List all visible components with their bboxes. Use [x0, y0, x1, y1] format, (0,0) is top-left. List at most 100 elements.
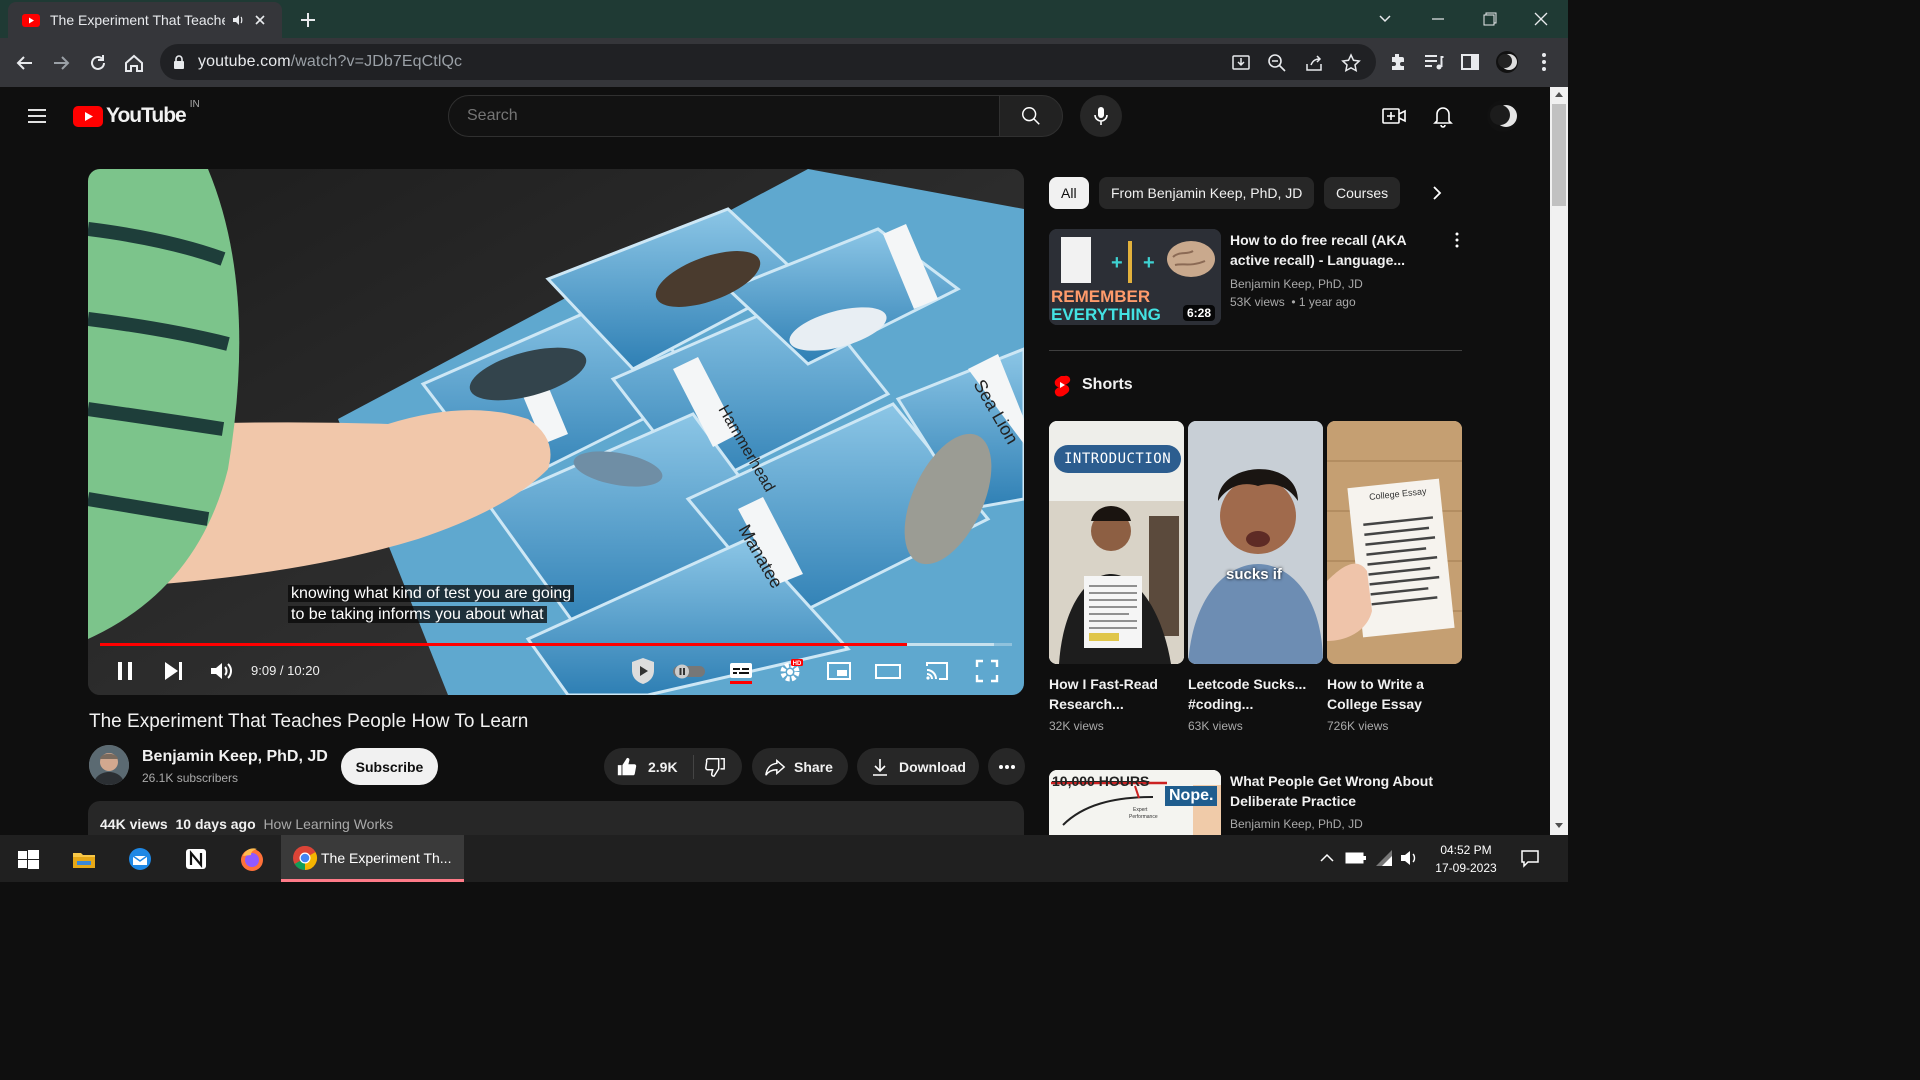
firefox-icon[interactable] — [238, 845, 266, 873]
restore-window-icon[interactable] — [1477, 6, 1503, 32]
system-clock[interactable]: 04:52 PM 17-09-2023 — [1426, 841, 1506, 877]
youtube-logo[interactable]: YouTube IN — [73, 99, 200, 128]
more-actions-button[interactable] — [988, 748, 1025, 785]
browser-title-bar: The Experiment That Teaches — [0, 0, 1568, 38]
forward-arrow-icon[interactable] — [48, 50, 74, 76]
install-app-icon[interactable] — [1230, 52, 1252, 74]
sponsor-block-shield-icon[interactable] — [627, 655, 659, 687]
hamburger-menu-icon[interactable] — [25, 104, 49, 128]
download-button[interactable]: Download — [857, 748, 979, 785]
rec-title-1-line-1: How to do free recall (AKA — [1230, 232, 1407, 248]
speaker-volume-icon[interactable] — [1399, 848, 1419, 868]
video-player[interactable]: Hammerhead Manatee Sea Lion knowing what… — [88, 169, 1024, 695]
browser-tab-active[interactable]: The Experiment That Teaches — [8, 2, 282, 38]
share-page-icon[interactable] — [1303, 52, 1325, 74]
wifi-icon[interactable] — [1374, 848, 1394, 868]
windows-taskbar: The Experiment Th... 04:52 PM 17-09-2023 — [0, 835, 1568, 882]
theater-mode-icon[interactable] — [874, 657, 902, 685]
short-thumbnail-2[interactable]: sucks if — [1188, 421, 1323, 664]
download-label: Download — [899, 758, 966, 775]
zoom-icon[interactable] — [1266, 52, 1288, 74]
taskbar-chrome-window[interactable]: The Experiment Th... — [281, 835, 464, 882]
extensions-puzzle-icon[interactable] — [1386, 50, 1410, 74]
tab-close-icon[interactable] — [253, 13, 267, 27]
search-button[interactable] — [999, 95, 1063, 137]
subscribe-button[interactable]: Subscribe — [341, 748, 438, 785]
more-horizontal-icon — [998, 764, 1015, 769]
pause-icon[interactable] — [111, 657, 139, 685]
miniplayer-icon[interactable] — [825, 657, 853, 685]
notifications-bell-icon[interactable] — [1431, 103, 1455, 129]
search-input[interactable] — [467, 107, 967, 125]
account-avatar[interactable] — [1487, 100, 1519, 132]
short-thumbnail-1[interactable]: INTRODUCTION — [1049, 421, 1184, 664]
scroll-up-icon[interactable] — [1554, 90, 1564, 98]
rec-more-icon[interactable] — [1455, 232, 1459, 248]
media-control-icon[interactable] — [1422, 50, 1446, 74]
like-button[interactable]: 2.9K — [604, 754, 694, 779]
chip-from-channel[interactable]: From Benjamin Keep, PhD, JD — [1099, 177, 1315, 209]
short-title-2-line-2: #coding... — [1188, 696, 1254, 712]
autoplay-toggle[interactable] — [671, 657, 707, 685]
rec-stats-1: 53K views • 1 year ago — [1230, 295, 1356, 309]
fullscreen-icon[interactable] — [973, 657, 1001, 685]
short-title-1[interactable]: How I Fast-Read Research... — [1049, 674, 1179, 714]
close-window-icon[interactable] — [1528, 6, 1554, 32]
rec-title-1[interactable]: How to do free recall (AKA active recall… — [1230, 230, 1407, 270]
search-icon — [1022, 107, 1040, 125]
lock-icon[interactable] — [172, 54, 186, 70]
subtitles-icon[interactable] — [727, 657, 755, 685]
rec-title-2[interactable]: What People Get Wrong About Deliberate P… — [1230, 771, 1433, 811]
upload-age: 10 days ago — [175, 816, 256, 832]
chip-courses[interactable]: Courses — [1324, 177, 1401, 209]
tray-overflow-chevron-icon[interactable] — [1319, 852, 1335, 864]
chrome-menu-icon[interactable] — [1532, 50, 1556, 74]
share-button[interactable]: Share — [752, 748, 848, 785]
volume-icon[interactable] — [207, 657, 235, 685]
video-tag[interactable]: How Learning Works — [263, 816, 393, 832]
short-thumbnail-3[interactable]: College Essay — [1327, 421, 1462, 664]
youtube-logo-icon — [73, 105, 103, 127]
settings-gear-icon[interactable]: HD — [776, 657, 804, 685]
battery-icon[interactable] — [1345, 849, 1367, 867]
side-panel-icon[interactable] — [1458, 50, 1482, 74]
channel-name[interactable]: Benjamin Keep, PhD, JD — [142, 748, 328, 766]
rec-channel-2[interactable]: Benjamin Keep, PhD, JD — [1230, 817, 1363, 831]
file-explorer-icon[interactable] — [70, 845, 98, 873]
profile-avatar-icon[interactable] — [1495, 50, 1519, 74]
short-title-3[interactable]: How to Write a College Essay — [1327, 674, 1457, 714]
windows-start-icon[interactable] — [14, 845, 42, 873]
tab-search-chevron-icon[interactable] — [1372, 6, 1398, 32]
progress-bar[interactable] — [100, 643, 1012, 646]
chevron-right-icon[interactable] — [1427, 183, 1447, 203]
voice-search-button[interactable] — [1080, 95, 1122, 137]
rec-thumbnail-1[interactable]: + + REMEMBER EVERYTHING 6:28 — [1049, 229, 1221, 325]
new-tab-plus-icon[interactable] — [296, 8, 320, 32]
notification-center-icon[interactable] — [1519, 847, 1541, 869]
mail-app-icon[interactable] — [126, 845, 154, 873]
create-video-icon[interactable] — [1381, 103, 1407, 129]
short-title-2-line-1: Leetcode Sucks... — [1188, 676, 1307, 692]
back-arrow-icon[interactable] — [12, 50, 38, 76]
scrollbar-thumb[interactable] — [1552, 104, 1566, 206]
rec-thumbnail-2[interactable]: Expert Performance 10,000 HOURS Nope. — [1049, 770, 1221, 835]
cast-icon[interactable] — [923, 657, 951, 685]
channel-avatar[interactable] — [89, 745, 129, 785]
description-meta: 44K views 10 days ago How Learning Works — [100, 816, 393, 832]
minimize-window-icon[interactable] — [1425, 6, 1451, 32]
shorts-heading: Shorts — [1082, 376, 1133, 393]
progress-played — [100, 643, 908, 646]
search-box[interactable] — [448, 95, 1000, 137]
chip-all[interactable]: All — [1049, 177, 1089, 209]
reload-icon[interactable] — [85, 50, 111, 76]
home-icon[interactable] — [121, 50, 147, 76]
tab-audio-icon[interactable] — [231, 13, 245, 27]
dislike-button[interactable] — [694, 756, 726, 778]
address-bar[interactable]: youtube.com/watch?v=JDb7EqCtlQc — [160, 44, 1376, 80]
rec-channel-1[interactable]: Benjamin Keep, PhD, JD — [1230, 277, 1363, 291]
bookmark-star-icon[interactable] — [1340, 52, 1362, 74]
notion-icon[interactable] — [182, 845, 210, 873]
next-video-icon[interactable] — [159, 657, 187, 685]
scroll-down-icon[interactable] — [1554, 822, 1564, 830]
short-title-2[interactable]: Leetcode Sucks... #coding... — [1188, 674, 1318, 714]
